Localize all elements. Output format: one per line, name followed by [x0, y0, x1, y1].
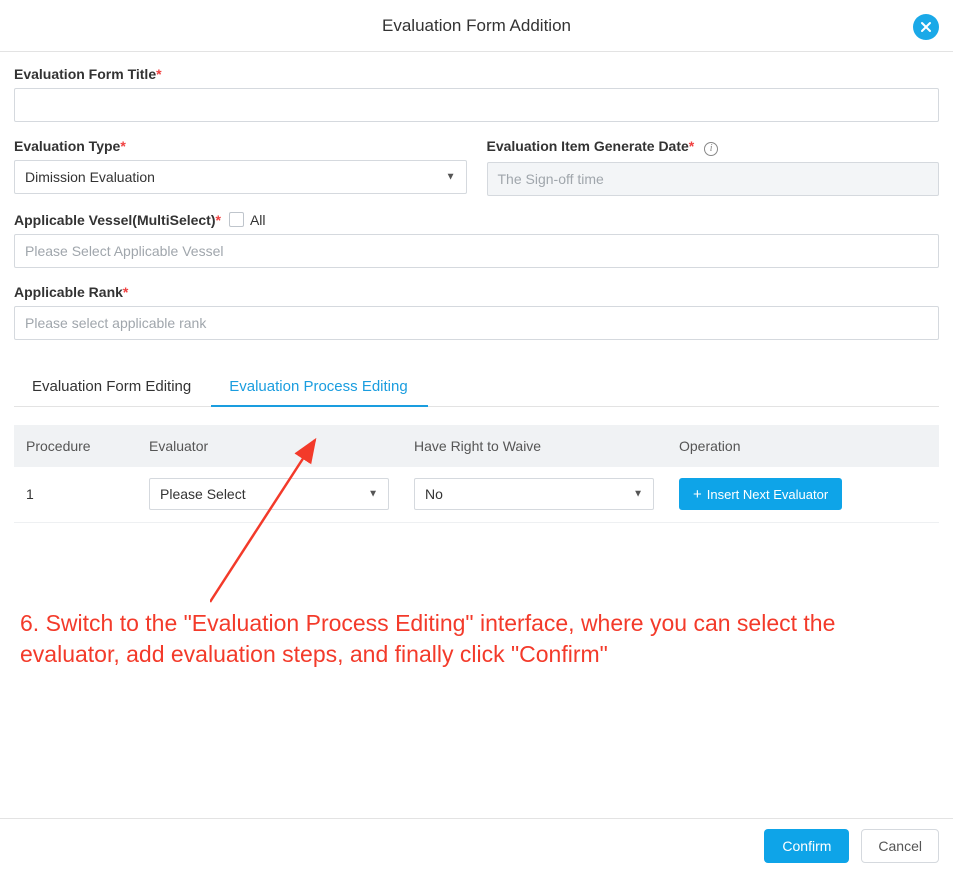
- insert-label: Insert Next Evaluator: [707, 487, 828, 502]
- chevron-down-icon: ▼: [368, 489, 378, 500]
- th-operation: Operation: [679, 438, 939, 454]
- gen-date-readonly: The Sign-off time: [487, 162, 940, 196]
- rank-label-text: Applicable Rank: [14, 284, 123, 300]
- title-input[interactable]: [14, 88, 939, 122]
- field-gen-date: Evaluation Item Generate Date* i The Sig…: [487, 138, 940, 196]
- tab-process-editing[interactable]: Evaluation Process Editing: [211, 366, 427, 407]
- waive-select[interactable]: No ▼: [414, 478, 654, 510]
- table-header: Procedure Evaluator Have Right to Waive …: [14, 425, 939, 467]
- form-area: Evaluation Form Title* Evaluation Type* …: [0, 52, 953, 523]
- type-label-text: Evaluation Type: [14, 138, 120, 154]
- th-procedure: Procedure: [14, 438, 149, 454]
- gen-date-label: Evaluation Item Generate Date* i: [487, 138, 940, 156]
- vessel-label-text: Applicable Vessel(MultiSelect): [14, 212, 216, 228]
- close-button[interactable]: [913, 14, 939, 40]
- checkbox-icon: [229, 212, 244, 227]
- vessel-all-checkbox[interactable]: All: [229, 212, 266, 228]
- process-table: Procedure Evaluator Have Right to Waive …: [14, 425, 939, 523]
- required-marker: *: [689, 138, 694, 154]
- chevron-down-icon: ▼: [633, 489, 643, 500]
- table-row: 1 Please Select ▼ No ▼ + Insert Next Eva…: [14, 467, 939, 523]
- field-title: Evaluation Form Title*: [14, 66, 939, 122]
- cancel-button[interactable]: Cancel: [861, 829, 939, 863]
- waive-select-value: No: [425, 486, 443, 502]
- info-icon[interactable]: i: [704, 142, 718, 156]
- evaluator-select[interactable]: Please Select ▼: [149, 478, 389, 510]
- plus-icon: +: [693, 487, 702, 502]
- vessel-input[interactable]: [14, 234, 939, 268]
- type-label: Evaluation Type*: [14, 138, 467, 154]
- th-evaluator: Evaluator: [149, 438, 414, 454]
- tab-form-editing[interactable]: Evaluation Form Editing: [14, 366, 211, 406]
- required-marker: *: [156, 66, 161, 82]
- rank-label: Applicable Rank*: [14, 284, 939, 300]
- required-marker: *: [123, 284, 128, 300]
- modal-title: Evaluation Form Addition: [382, 16, 571, 36]
- vessel-all-label: All: [250, 212, 266, 228]
- insert-evaluator-button[interactable]: + Insert Next Evaluator: [679, 478, 842, 510]
- type-select-value: Dimission Evaluation: [25, 169, 155, 185]
- gen-date-value: The Sign-off time: [498, 171, 604, 187]
- tabs: Evaluation Form Editing Evaluation Proce…: [14, 366, 939, 407]
- vessel-label: Applicable Vessel(MultiSelect)* All: [14, 212, 939, 228]
- close-icon: [919, 20, 933, 34]
- cell-procedure: 1: [14, 486, 149, 502]
- chevron-down-icon: ▼: [446, 172, 456, 183]
- rank-input[interactable]: [14, 306, 939, 340]
- field-rank: Applicable Rank*: [14, 284, 939, 340]
- annotation-text: 6. Switch to the "Evaluation Process Edi…: [20, 608, 939, 670]
- required-marker: *: [120, 138, 125, 154]
- field-type: Evaluation Type* Dimission Evaluation ▼: [14, 138, 467, 196]
- evaluator-select-value: Please Select: [160, 486, 246, 502]
- required-marker: *: [216, 212, 221, 228]
- title-label-text: Evaluation Form Title: [14, 66, 156, 82]
- modal-header: Evaluation Form Addition: [0, 0, 953, 52]
- modal-footer: Confirm Cancel: [0, 818, 953, 872]
- field-vessel: Applicable Vessel(MultiSelect)* All: [14, 212, 939, 268]
- type-select[interactable]: Dimission Evaluation ▼: [14, 160, 467, 194]
- th-waive: Have Right to Waive: [414, 438, 679, 454]
- title-label: Evaluation Form Title*: [14, 66, 939, 82]
- confirm-button[interactable]: Confirm: [764, 829, 849, 863]
- gen-date-label-text: Evaluation Item Generate Date: [487, 138, 689, 154]
